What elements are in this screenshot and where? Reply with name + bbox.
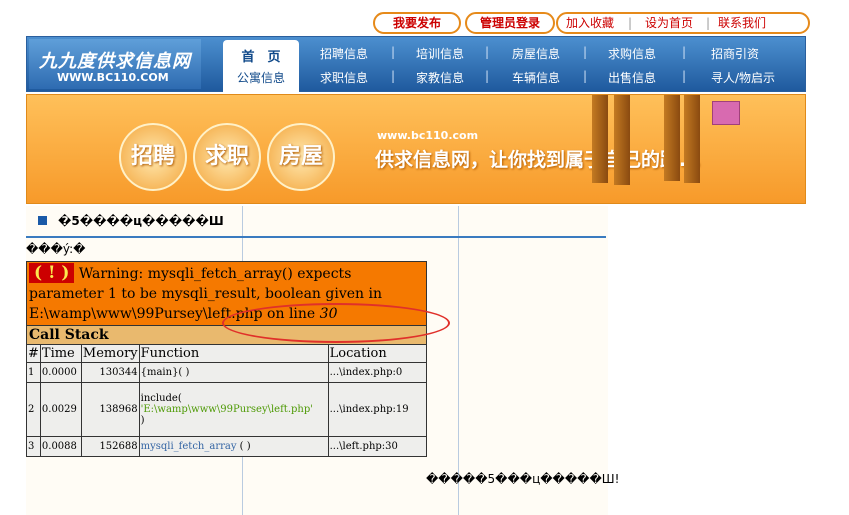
- function-name: include(: [140, 393, 182, 404]
- cell-time: 0.0029: [39, 382, 82, 437]
- nav-apartment-label[interactable]: 公寓信息: [223, 69, 299, 86]
- cell-memory: 138968: [80, 382, 140, 437]
- table-row: 1 0.0000 130344 {main}( ) ...\index.php:…: [26, 362, 428, 383]
- logo-name: 九九度供求信息网: [39, 51, 191, 72]
- function-close: ): [140, 415, 145, 426]
- col-header-memory: Memory: [80, 344, 140, 363]
- cell-function: include( 'E:\wamp\www\99Pursey\left.php'…: [138, 382, 329, 437]
- col-header-index: #: [26, 344, 41, 363]
- table-row: 3 0.0088 152688 mysqli_fetch_array ( ) .…: [26, 436, 428, 457]
- function-link[interactable]: mysqli_fetch_array: [141, 441, 237, 452]
- column-divider: [458, 206, 459, 515]
- banner-circle-housing: 房屋: [267, 123, 335, 191]
- nav-sell[interactable]: 出售信息: [608, 69, 656, 86]
- section-header: �5����ц�����Ш: [26, 206, 606, 238]
- nav-home-label[interactable]: 首 页: [223, 46, 299, 65]
- nav-separator: |: [391, 45, 396, 59]
- nav-housing[interactable]: 房屋信息: [512, 45, 560, 62]
- contact-us-link[interactable]: 联系我们: [718, 14, 766, 32]
- nav-training[interactable]: 培训信息: [416, 45, 464, 62]
- banner-people-illustration: [572, 95, 740, 203]
- link-separator: |: [628, 16, 633, 30]
- nav-separator: |: [682, 69, 687, 83]
- php-error-table: ( ! ) Warning: mysqli_fetch_array() expe…: [26, 261, 428, 457]
- cell-function: mysqli_fetch_array ( ): [138, 436, 329, 457]
- cell-location: ...\left.php:30: [327, 436, 428, 457]
- cell-location: ...\index.php:19: [327, 382, 428, 437]
- nav-jobseek[interactable]: 求职信息: [320, 69, 368, 86]
- nav-lost-found[interactable]: 寻人/物启示: [711, 69, 775, 86]
- col-header-location: Location: [327, 344, 428, 363]
- main-nav: 九九度供求信息网 WWW.BC110.COM 首 页 公寓信息 招聘信息 | 培…: [26, 36, 806, 92]
- cell-memory: 130344: [80, 362, 140, 383]
- nav-separator: |: [583, 45, 588, 59]
- banner: 招聘 求职 房屋 www.bc110.com 供求信息网，让你找到属于自己的路.…: [26, 94, 806, 204]
- nav-vehicles[interactable]: 车辆信息: [512, 69, 560, 86]
- col-header-time: Time: [39, 344, 82, 363]
- add-favorite-link[interactable]: 加入收藏: [566, 14, 614, 32]
- admin-login-button[interactable]: 管理员登录: [465, 12, 555, 34]
- cell-time: 0.0088: [39, 436, 82, 457]
- garbled-text: ���ý:�: [26, 242, 86, 256]
- banner-circle-jobseek: 求职: [193, 123, 261, 191]
- nav-separator: |: [485, 69, 490, 83]
- col-header-function: Function: [138, 344, 329, 363]
- nav-separator: |: [485, 45, 490, 59]
- utility-links: 加入收藏 | 设为首页 | 联系我们: [556, 12, 810, 34]
- nav-investment[interactable]: 招商引资: [711, 45, 759, 62]
- nav-separator: |: [583, 69, 588, 83]
- warning-icon: ( ! ): [29, 263, 75, 283]
- nav-recruit[interactable]: 招聘信息: [320, 45, 368, 62]
- publish-button[interactable]: 我要发布: [373, 12, 461, 34]
- nav-tutor[interactable]: 家教信息: [416, 69, 464, 86]
- cell-location: ...\index.php:0: [327, 362, 428, 383]
- nav-separator: |: [682, 45, 687, 59]
- function-argument: 'E:\wamp\www\99Pursey\left.php': [140, 404, 313, 415]
- cell-time: 0.0000: [39, 362, 82, 383]
- cell-index: 1: [26, 362, 41, 383]
- logo-url: WWW.BC110.COM: [57, 71, 169, 84]
- table-row: 2 0.0029 138968 include( 'E:\wamp\www\99…: [26, 382, 428, 437]
- cell-function: {main}( ): [138, 362, 329, 383]
- cell-index: 3: [26, 436, 41, 457]
- top-bar: 我要发布 管理员登录 加入收藏 | 设为首页 | 联系我们: [26, 6, 810, 36]
- banner-url: www.bc110.com: [377, 129, 479, 142]
- function-parens: ( ): [236, 441, 251, 452]
- cell-memory: 152688: [80, 436, 140, 457]
- site-logo[interactable]: 九九度供求信息网 WWW.BC110.COM: [29, 39, 201, 89]
- garbled-footer-text: �����5���ц�����Ш!: [426, 472, 620, 486]
- link-separator: |: [706, 16, 711, 30]
- nav-separator: |: [391, 69, 396, 83]
- cell-index: 2: [26, 382, 41, 437]
- red-annotation-circle: [222, 303, 450, 343]
- square-bullet-icon: [38, 216, 47, 225]
- section-title: �5����ц�����Ш: [58, 214, 224, 228]
- set-homepage-link[interactable]: 设为首页: [645, 14, 693, 32]
- nav-buy[interactable]: 求购信息: [608, 45, 656, 62]
- nav-tab-home[interactable]: 首 页 公寓信息: [223, 40, 299, 92]
- banner-circle-recruit: 招聘: [119, 123, 187, 191]
